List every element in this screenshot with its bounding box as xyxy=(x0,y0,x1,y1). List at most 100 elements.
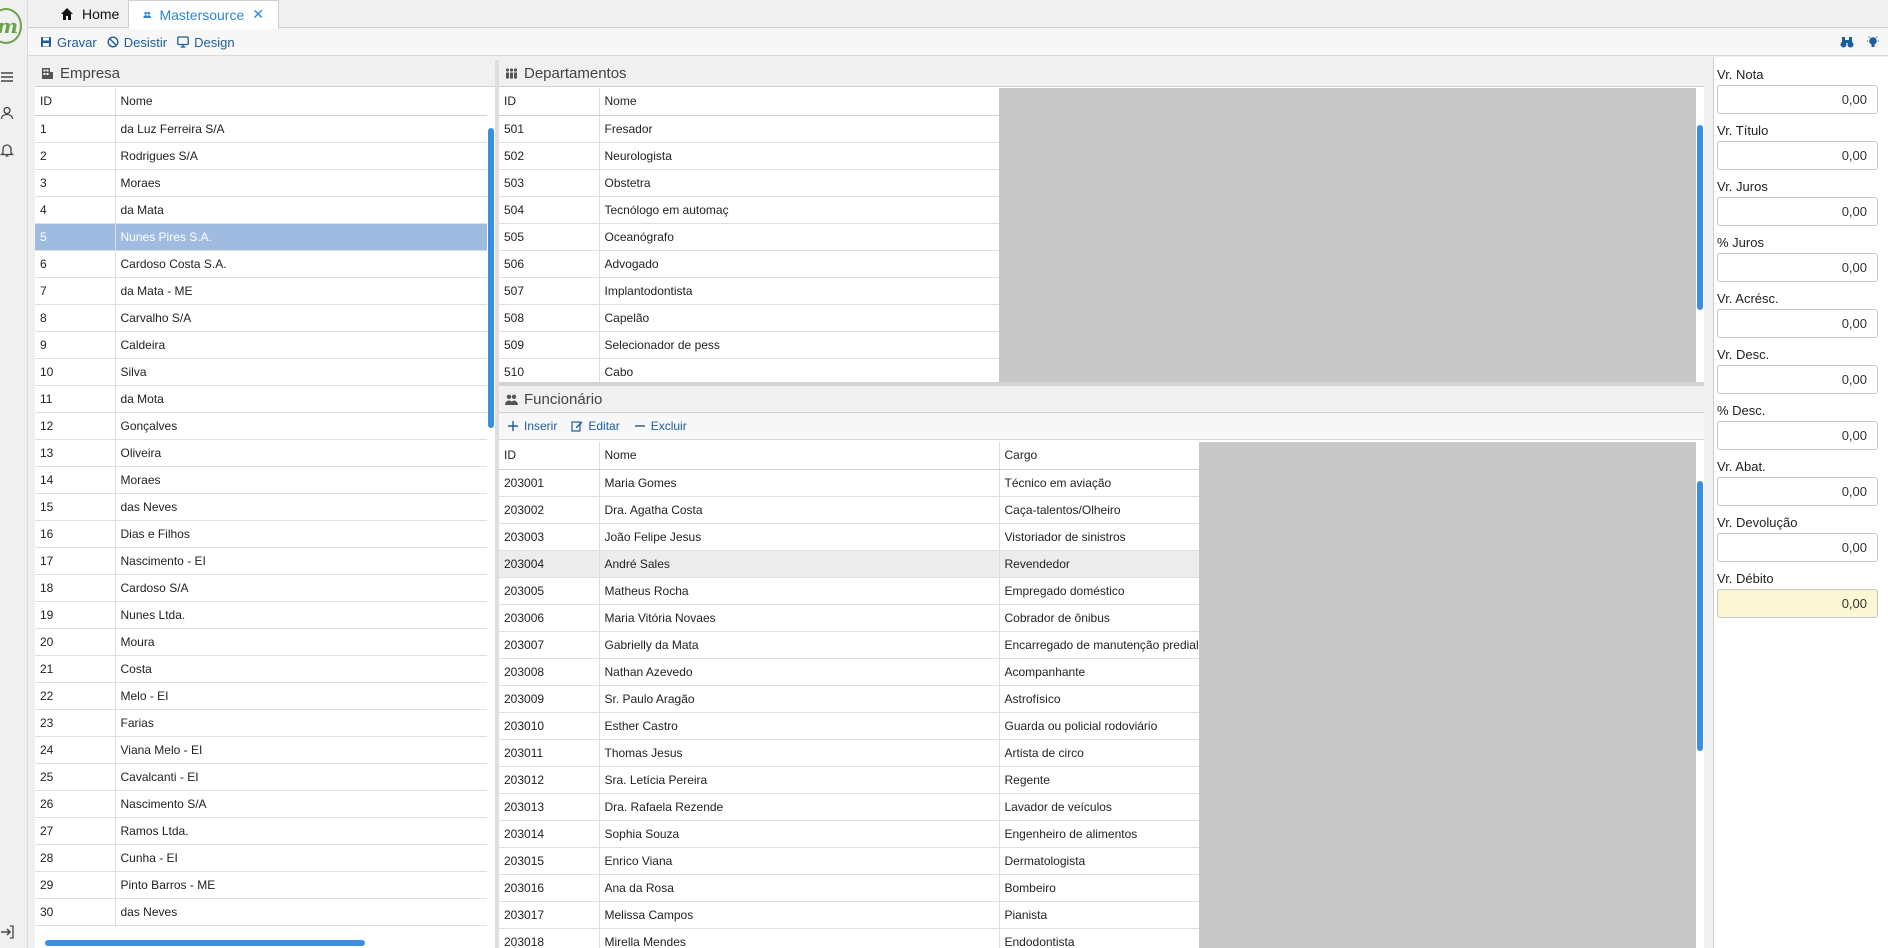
table-row[interactable]: 203008 Nathan Azevedo Acompanhante xyxy=(499,658,1199,686)
funcionario-vertical-scrollbar[interactable] xyxy=(1697,481,1703,751)
table-row[interactable]: 510 Cabo xyxy=(499,358,999,382)
table-row[interactable]: 20 Moura xyxy=(35,628,487,656)
monitor-icon xyxy=(177,36,189,48)
table-row[interactable]: 203002 Dra. Agatha Costa Caça-talentos/Olh… xyxy=(499,496,1199,524)
tab-home[interactable]: Home xyxy=(46,0,133,28)
table-row[interactable]: 509 Selecionador de pess xyxy=(499,331,999,359)
delete-button[interactable]: Excluir xyxy=(634,419,687,433)
table-row[interactable]: 507 Implantodontista xyxy=(499,277,999,305)
column-header[interactable]: ID xyxy=(35,88,116,116)
table-row[interactable]: 504 Tecnólogo em automaç xyxy=(499,196,999,224)
table-row[interactable]: 203015 Enrico Viana Dermatologista xyxy=(499,847,1199,875)
column-header[interactable]: Nome xyxy=(599,442,1000,470)
table-row[interactable]: 24 Viana Melo - EI xyxy=(35,736,487,764)
bell-icon[interactable] xyxy=(0,143,16,159)
vr-titulo-field[interactable]: 0,00 xyxy=(1717,141,1878,170)
table-row[interactable]: 8 Carvalho S/A xyxy=(35,304,487,332)
vr-juros-field[interactable]: 0,00 xyxy=(1717,197,1878,226)
table-row[interactable]: 203018 Mirella Mendes Endodontista xyxy=(499,928,1199,948)
table-row[interactable]: 30 das Neves xyxy=(35,898,487,926)
table-row[interactable]: 506 Advogado xyxy=(499,250,999,278)
column-header[interactable]: Nome xyxy=(115,88,487,116)
table-row[interactable]: 16 Dias e Filhos xyxy=(35,520,487,548)
table-row[interactable]: 505 Oceanógrafo xyxy=(499,223,999,251)
binoculars-icon[interactable] xyxy=(1840,35,1854,49)
empresa-horizontal-scrollbar[interactable] xyxy=(45,940,365,946)
save-button[interactable]: Gravar xyxy=(40,35,97,50)
table-row[interactable]: 508 Capelão xyxy=(499,304,999,332)
table-row[interactable]: 23 Farias xyxy=(35,709,487,737)
cancel-button[interactable]: Desistir xyxy=(107,35,167,50)
vr-abat-field[interactable]: 0,00 xyxy=(1717,477,1878,506)
table-row[interactable]: 203016 Ana da Rosa Bombeiro xyxy=(499,874,1199,902)
table-row[interactable]: 14 Moraes xyxy=(35,466,487,494)
logout-icon[interactable] xyxy=(0,925,16,941)
table-row[interactable]: 27 Ramos Ltda. xyxy=(35,817,487,845)
table-row[interactable]: 502 Neurologista xyxy=(499,142,999,170)
table-row[interactable]: 203005 Matheus Rocha Empregado doméstico xyxy=(499,577,1199,605)
tab-mastersource[interactable]: Mastersource ✕ xyxy=(128,0,279,29)
table-row[interactable]: 203012 Sra. Letícia Pereira Regente xyxy=(499,766,1199,794)
pct-desc-field[interactable]: 0,00 xyxy=(1717,421,1878,450)
table-cell: 29 xyxy=(35,871,116,899)
pct-juros-field[interactable]: 0,00 xyxy=(1717,253,1878,282)
table-row[interactable]: 203007 Gabrielly da Mata Encarregado de ma… xyxy=(499,631,1199,659)
design-button[interactable]: Design xyxy=(177,35,235,50)
table-row[interactable]: 203006 Maria Vitória Novaes Cobrador de ôn… xyxy=(499,604,1199,632)
table-row[interactable]: 4 da Mata xyxy=(35,196,487,224)
column-header[interactable]: Cargo xyxy=(999,442,1199,470)
column-header[interactable]: ID xyxy=(499,442,600,470)
column-header[interactable]: ID xyxy=(499,88,600,116)
table-cell: 24 xyxy=(35,736,116,764)
table-row[interactable]: 19 Nunes Ltda. xyxy=(35,601,487,629)
table-row[interactable]: 203010 Esther Castro Guarda ou policial ro… xyxy=(499,712,1199,740)
table-cell: Moraes xyxy=(115,466,487,494)
table-row[interactable]: 15 das Neves xyxy=(35,493,487,521)
column-header[interactable]: Nome xyxy=(599,88,999,116)
empresa-vertical-scrollbar[interactable] xyxy=(488,128,494,428)
table-row[interactable]: 12 Gonçalves xyxy=(35,412,487,440)
table-row[interactable]: 203009 Sr. Paulo Aragão Astrofísico xyxy=(499,685,1199,713)
table-row[interactable]: 22 Melo - EI xyxy=(35,682,487,710)
table-row[interactable]: 25 Cavalcanti - EI xyxy=(35,763,487,791)
table-row[interactable]: 5 Nunes Pires S.A. xyxy=(35,223,487,251)
table-row[interactable]: 29 Pinto Barros - ME xyxy=(35,871,487,899)
vr-debito-field[interactable]: 0,00 xyxy=(1717,589,1878,618)
table-cell: 9 xyxy=(35,331,116,359)
edit-button[interactable]: Editar xyxy=(571,419,620,433)
menu-icon[interactable] xyxy=(0,70,16,86)
table-row[interactable]: 203003 João Felipe Jesus Vistoriador de si… xyxy=(499,523,1199,551)
table-cell: da Mota xyxy=(115,385,487,413)
lightbulb-icon[interactable] xyxy=(1866,35,1880,49)
table-row[interactable]: 18 Cardoso S/A xyxy=(35,574,487,602)
vr-acresc-field[interactable]: 0,00 xyxy=(1717,309,1878,338)
table-row[interactable]: 28 Cunha - EI xyxy=(35,844,487,872)
departamentos-vertical-scrollbar[interactable] xyxy=(1697,125,1703,310)
table-row[interactable]: 203004 André Sales Revendedor xyxy=(499,550,1199,578)
table-row[interactable]: 203017 Melissa Campos Pianista xyxy=(499,901,1199,929)
table-row[interactable]: 17 Nascimento - EI xyxy=(35,547,487,575)
table-row[interactable]: 203013 Dra. Rafaela Rezende Lavador de veí… xyxy=(499,793,1199,821)
table-row[interactable]: 10 Silva xyxy=(35,358,487,386)
table-row[interactable]: 9 Caldeira xyxy=(35,331,487,359)
vr-nota-field[interactable]: 0,00 xyxy=(1717,85,1878,114)
table-row[interactable]: 203014 Sophia Souza Engenheiro de alimento… xyxy=(499,820,1199,848)
table-row[interactable]: 26 Nascimento S/A xyxy=(35,790,487,818)
table-row[interactable]: 13 Oliveira xyxy=(35,439,487,467)
close-icon[interactable]: ✕ xyxy=(252,6,264,23)
user-icon[interactable] xyxy=(0,106,16,122)
table-row[interactable]: 21 Costa xyxy=(35,655,487,683)
table-row[interactable]: 3 Moraes xyxy=(35,169,487,197)
table-row[interactable]: 1 da Luz Ferreira S/A xyxy=(35,115,487,143)
table-row[interactable]: 203011 Thomas Jesus Artista de circo xyxy=(499,739,1199,767)
vr-devolucao-field[interactable]: 0,00 xyxy=(1717,533,1878,562)
vr-desc-field[interactable]: 0,00 xyxy=(1717,365,1878,394)
table-row[interactable]: 7 da Mata - ME xyxy=(35,277,487,305)
table-row[interactable]: 501 Fresador xyxy=(499,115,999,143)
table-row[interactable]: 503 Obstetra xyxy=(499,169,999,197)
table-row[interactable]: 11 da Mota xyxy=(35,385,487,413)
table-row[interactable]: 203001 Maria Gomes Técnico em aviação xyxy=(499,469,1199,497)
insert-button[interactable]: Inserir xyxy=(507,419,557,433)
table-row[interactable]: 6 Cardoso Costa S.A. xyxy=(35,250,487,278)
table-row[interactable]: 2 Rodrigues S/A xyxy=(35,142,487,170)
